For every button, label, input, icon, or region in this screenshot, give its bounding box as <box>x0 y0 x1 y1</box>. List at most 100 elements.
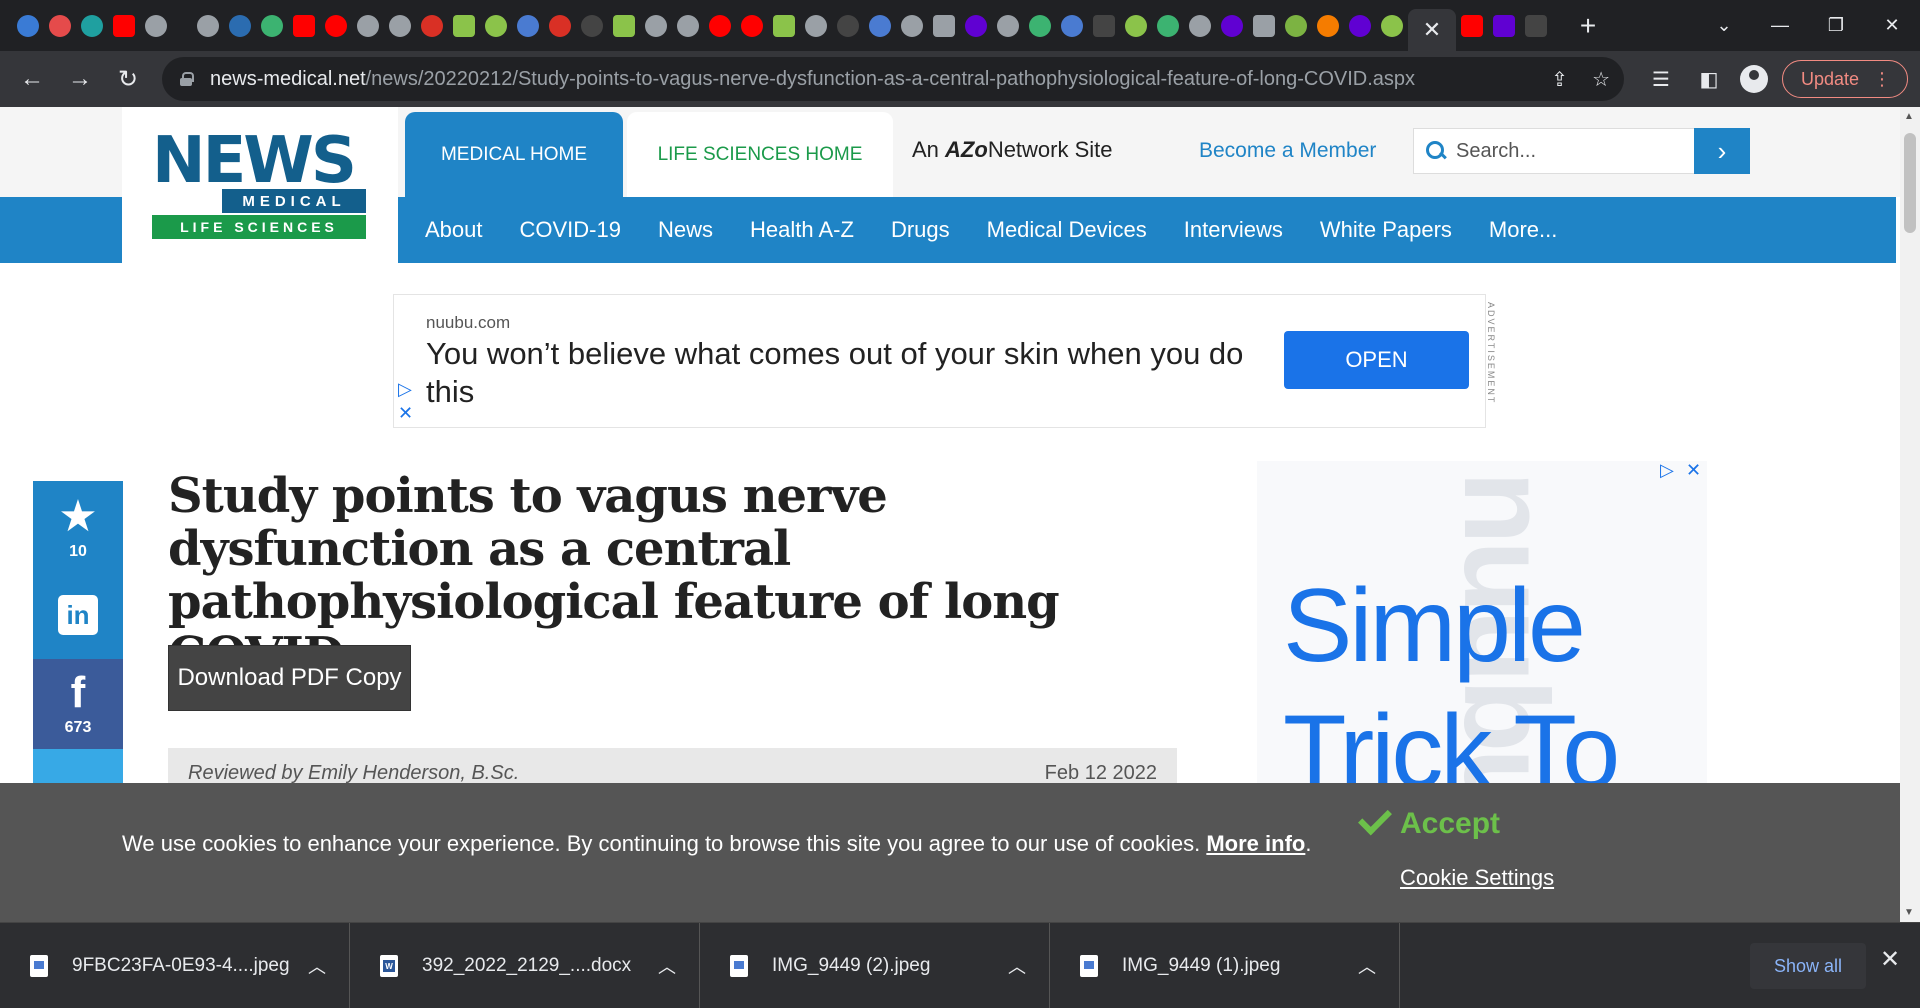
address-bar[interactable]: news-medical.net/news/20220212/Study-poi… <box>162 57 1624 101</box>
share-favorite-button[interactable]: ★ 10 <box>33 481 123 571</box>
tab-favicon[interactable] <box>1285 14 1307 37</box>
tab-favicon[interactable] <box>933 14 955 37</box>
tab-favicon[interactable] <box>1461 14 1483 37</box>
tab-favicon[interactable] <box>613 14 635 37</box>
side-panel-icon[interactable]: ◧ <box>1692 62 1726 96</box>
update-button[interactable]: Update ⋮ <box>1781 60 1908 98</box>
close-download-shelf-icon[interactable]: ✕ <box>1880 945 1900 974</box>
nav-item-health-a-z[interactable]: Health A-Z <box>750 217 854 243</box>
tab-favicon[interactable] <box>1349 14 1371 37</box>
tab-favicon[interactable] <box>293 14 315 37</box>
download-item[interactable]: IMG_9449 (2).jpeg ︿ <box>700 923 1050 1008</box>
chevron-up-icon[interactable]: ︿ <box>658 953 676 979</box>
scrollbar-thumb[interactable] <box>1904 133 1916 233</box>
chevron-up-icon[interactable]: ︿ <box>1358 953 1376 979</box>
nav-item-news[interactable]: News <box>658 217 713 243</box>
tab-favicon[interactable] <box>581 14 603 37</box>
tab-favicon[interactable] <box>325 14 347 37</box>
cookie-settings-link[interactable]: Cookie Settings <box>1400 865 1554 891</box>
tab-favicon[interactable] <box>517 14 539 37</box>
share-icon[interactable]: ⇪ <box>1551 67 1568 92</box>
tab-favicon[interactable] <box>869 14 891 37</box>
tab-life-sciences-home[interactable]: LIFE SCIENCES HOME <box>627 112 893 197</box>
tab-favicon[interactable] <box>997 14 1019 37</box>
url-text[interactable]: news-medical.net/news/20220212/Study-poi… <box>210 68 1415 91</box>
tab-favicon[interactable] <box>709 14 731 37</box>
download-item[interactable]: 9FBC23FA-0E93-4....jpeg ︿ <box>0 923 350 1008</box>
side-ad-close-icon[interactable]: ✕ <box>1686 460 1701 481</box>
show-all-downloads-button[interactable]: Show all <box>1750 943 1866 989</box>
ad-close-icon[interactable]: ✕ <box>398 403 413 424</box>
tab-favicon[interactable] <box>113 14 135 37</box>
restore-icon[interactable]: ❐ <box>1808 15 1864 36</box>
cookie-accept-button[interactable]: Accept <box>1358 801 1500 841</box>
profile-avatar[interactable] <box>1739 65 1768 93</box>
tab-favicon[interactable] <box>1221 14 1243 37</box>
tab-favicon[interactable] <box>773 14 795 37</box>
tab-favicon[interactable] <box>1189 14 1211 37</box>
search-input[interactable] <box>1456 139 1706 163</box>
tab-favicon[interactable] <box>1253 14 1275 37</box>
become-member-link[interactable]: Become a Member <box>1199 139 1376 163</box>
nav-item-interviews[interactable]: Interviews <box>1184 217 1283 243</box>
scroll-up-icon[interactable]: ▲ <box>1904 111 1914 122</box>
tab-favicon[interactable] <box>677 14 699 37</box>
share-linkedin-button[interactable]: in <box>33 571 123 659</box>
tab-favicon[interactable] <box>1157 14 1179 37</box>
nav-item-about[interactable]: About <box>425 217 483 243</box>
site-logo[interactable]: NEWS MEDICAL LIFE SCIENCES <box>122 107 398 263</box>
tab-search-icon[interactable]: ⌄ <box>1696 15 1752 36</box>
tab-favicon[interactable] <box>197 14 219 37</box>
tab-favicon[interactable] <box>549 14 571 37</box>
cookie-more-info-link[interactable]: More info <box>1206 831 1305 856</box>
nav-item-white-papers[interactable]: White Papers <box>1320 217 1452 243</box>
ad-banner[interactable]: nuubu.com You won’t believe what comes o… <box>393 294 1486 428</box>
reading-list-icon[interactable]: ☰ <box>1644 62 1678 96</box>
tab-favicon[interactable] <box>645 14 667 37</box>
download-pdf-button[interactable]: Download PDF Copy <box>168 645 411 711</box>
tab-favicon[interactable] <box>357 14 379 37</box>
tab-favicon[interactable] <box>1493 14 1515 37</box>
download-item[interactable]: IMG_9449 (1).jpeg ︿ <box>1050 923 1400 1008</box>
active-tab-close-icon[interactable]: ✕ <box>1408 9 1456 51</box>
tab-favicon[interactable] <box>741 14 763 37</box>
forward-icon[interactable]: → <box>58 57 102 101</box>
share-facebook-button[interactable]: f 673 <box>33 659 123 749</box>
back-icon[interactable]: ← <box>10 57 54 101</box>
nav-item-medical-devices[interactable]: Medical Devices <box>987 217 1147 243</box>
tab-favicon[interactable] <box>1093 14 1115 37</box>
tab-favicon[interactable] <box>1029 14 1051 37</box>
tab-favicon[interactable] <box>1061 14 1083 37</box>
azo-network-link[interactable]: An AZoNetwork Site <box>912 137 1113 163</box>
tab-favicon[interactable] <box>901 14 923 37</box>
tab-medical-home[interactable]: MEDICAL HOME <box>405 112 623 197</box>
tab-favicon[interactable] <box>1317 14 1339 37</box>
bookmark-star-icon[interactable]: ☆ <box>1592 67 1610 92</box>
tab-favicon[interactable] <box>837 14 859 37</box>
tab-favicon[interactable] <box>453 14 475 37</box>
minimize-icon[interactable]: — <box>1752 15 1808 36</box>
reload-icon[interactable]: ↻ <box>106 57 150 101</box>
tab-favicon[interactable] <box>485 14 507 37</box>
tab-favicon[interactable] <box>965 14 987 37</box>
tab-favicon[interactable] <box>81 14 103 37</box>
nav-item-more[interactable]: More... <box>1489 217 1557 243</box>
chevron-up-icon[interactable]: ︿ <box>1008 953 1026 979</box>
tab-favicon[interactable] <box>389 14 411 37</box>
tab-favicon[interactable] <box>1525 14 1547 37</box>
download-item[interactable]: 392_2022_2129_....docx ︿ <box>350 923 700 1008</box>
side-adchoices-icon[interactable]: ▷ <box>1660 460 1674 481</box>
ad-open-button[interactable]: OPEN <box>1284 331 1469 389</box>
tab-favicon[interactable] <box>1381 14 1403 37</box>
adchoices-icon[interactable]: ▷ <box>398 379 412 400</box>
tab-favicon[interactable] <box>805 14 827 37</box>
close-window-icon[interactable]: ✕ <box>1864 15 1920 36</box>
page-scrollbar[interactable]: ▲ ▼ <box>1900 107 1920 922</box>
tab-favicon[interactable] <box>17 14 39 37</box>
ad-headline[interactable]: You won’t believe what comes out of your… <box>426 335 1246 411</box>
tab-favicon[interactable] <box>49 14 71 37</box>
tab-favicon[interactable] <box>421 14 443 37</box>
tab-favicon[interactable] <box>261 14 283 37</box>
search-submit-button[interactable]: › <box>1694 128 1750 174</box>
lock-icon[interactable] <box>180 72 194 86</box>
